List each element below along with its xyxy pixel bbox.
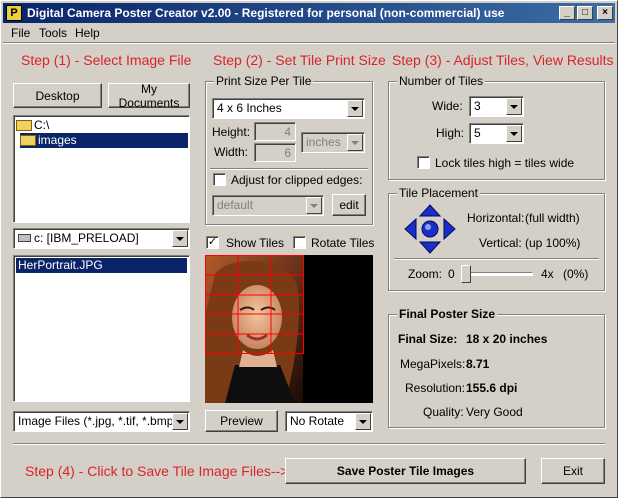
tiles-high-select[interactable]: 5 <box>469 123 524 144</box>
folder-open-icon <box>20 135 36 147</box>
lock-tiles-label: Lock tiles high = tiles wide <box>435 156 575 170</box>
clip-preset-select[interactable]: default <box>212 195 324 216</box>
adjust-clipped-label: Adjust for clipped edges: <box>231 173 363 187</box>
file-list[interactable]: HerPortrait.JPG <box>13 255 190 402</box>
app-window: P Digital Camera Poster Creator v2.00 - … <box>0 0 618 498</box>
window-title: Digital Camera Poster Creator v2.00 - Re… <box>27 6 505 20</box>
chevron-down-icon[interactable] <box>172 230 188 247</box>
horizontal-value: (full width) <box>525 211 580 225</box>
direction-pad <box>404 204 456 254</box>
zoom-slider[interactable] <box>461 265 533 283</box>
file-filter-select[interactable]: Image Files (*.jpg, *.tif, *.bmp) <box>13 411 190 432</box>
preview-button[interactable]: Preview <box>205 410 278 432</box>
step1-heading: Step (1) - Select Image File <box>21 52 192 68</box>
edit-button[interactable]: edit <box>332 194 366 216</box>
divider <box>394 258 599 260</box>
title-bar[interactable]: P Digital Camera Poster Creator v2.00 - … <box>3 3 615 23</box>
close-button[interactable]: × <box>597 6 613 20</box>
menu-file[interactable]: File <box>11 26 30 40</box>
megapixels-value: 8.71 <box>466 357 490 371</box>
folder-item-images[interactable]: images <box>20 133 188 148</box>
quality-label: Quality: <box>423 405 464 419</box>
menu-help[interactable]: Help <box>75 26 100 40</box>
portrait-preview-image <box>205 255 373 403</box>
chevron-down-icon[interactable] <box>306 197 322 214</box>
resolution-label: Resolution: <box>405 381 466 395</box>
zoom-min-label: 0 <box>448 267 455 281</box>
units-select[interactable]: inches <box>301 132 365 153</box>
minimize-button[interactable]: _ <box>559 6 575 20</box>
horizontal-label: Horizontal: <box>467 211 525 225</box>
arrow-down-icon[interactable] <box>418 241 442 254</box>
tile-size-select[interactable]: 4 x 6 Inches <box>212 98 365 119</box>
rotate-tiles-label: Rotate Tiles <box>311 236 375 250</box>
vertical-value: (up 100%) <box>525 236 581 250</box>
tiles-wide-select[interactable]: 3 <box>469 96 524 117</box>
save-tiles-button[interactable]: Save Poster Tile Images <box>285 458 526 484</box>
final-size-label: Final Size: <box>398 332 458 346</box>
maximize-button[interactable]: □ <box>577 6 593 20</box>
rotate-tiles-checkbox[interactable] <box>293 236 306 249</box>
resolution-value: 155.6 dpi <box>466 381 518 395</box>
folder-item-root[interactable]: C:\ <box>16 118 186 133</box>
lock-tiles-checkbox[interactable] <box>417 156 430 169</box>
menu-tools[interactable]: Tools <box>39 26 67 40</box>
chevron-down-icon[interactable] <box>347 100 363 117</box>
final-size-value: 18 x 20 inches <box>466 332 548 346</box>
file-item[interactable]: HerPortrait.JPG <box>16 258 187 273</box>
step3-heading: Step (3) - Adjust Tiles, View Results <box>392 52 614 68</box>
desktop-button[interactable]: Desktop <box>13 83 102 108</box>
height-field[interactable]: 4 <box>254 122 296 141</box>
step4-heading: Step (4) - Click to Save Tile Image File… <box>25 463 289 479</box>
folder-list[interactable]: C:\ images <box>13 115 190 223</box>
arrow-right-icon[interactable] <box>443 217 456 241</box>
height-label: Height: <box>212 125 251 139</box>
chevron-down-icon[interactable] <box>172 413 188 430</box>
menu-bar: File Tools Help <box>3 24 615 42</box>
rotate-select[interactable]: No Rotate <box>285 411 373 432</box>
chevron-down-icon[interactable] <box>506 125 522 142</box>
chevron-down-icon[interactable] <box>347 134 363 151</box>
exit-button[interactable]: Exit <box>541 458 605 484</box>
high-label: High: <box>436 126 465 140</box>
drive-icon <box>18 234 31 242</box>
divider <box>210 168 368 170</box>
menu-separator <box>3 42 615 44</box>
folder-open-icon <box>16 120 32 132</box>
zoom-label: Zoom: <box>408 267 443 281</box>
wide-label: Wide: <box>432 99 463 113</box>
bottom-divider <box>13 443 605 445</box>
drive-select[interactable]: c: [IBM_PRELOAD] <box>13 228 190 249</box>
app-icon[interactable]: P <box>6 5 22 21</box>
megapixels-label: MegaPixels: <box>400 357 466 371</box>
show-tiles-label: Show Tiles <box>226 236 285 250</box>
quality-value: Very Good <box>466 405 523 419</box>
zoom-value: (0%) <box>563 267 589 281</box>
preview-canvas[interactable] <box>205 255 373 403</box>
arrow-up-icon[interactable] <box>418 204 442 217</box>
chevron-down-icon[interactable] <box>506 98 522 115</box>
zoom-max-label: 4x <box>541 267 554 281</box>
step2-heading: Step (2) - Set Tile Print Size <box>213 52 386 68</box>
width-field[interactable]: 6 <box>254 143 296 162</box>
vertical-label: Vertical: <box>479 236 522 250</box>
arrow-left-icon[interactable] <box>404 217 417 241</box>
width-label: Width: <box>214 145 249 159</box>
my-documents-button[interactable]: My Documents <box>108 82 190 110</box>
zoom-slider-thumb[interactable] <box>461 265 471 283</box>
chevron-down-icon[interactable] <box>355 413 371 430</box>
adjust-clipped-checkbox[interactable] <box>213 173 226 186</box>
show-tiles-checkbox[interactable]: ✓ <box>206 236 219 249</box>
